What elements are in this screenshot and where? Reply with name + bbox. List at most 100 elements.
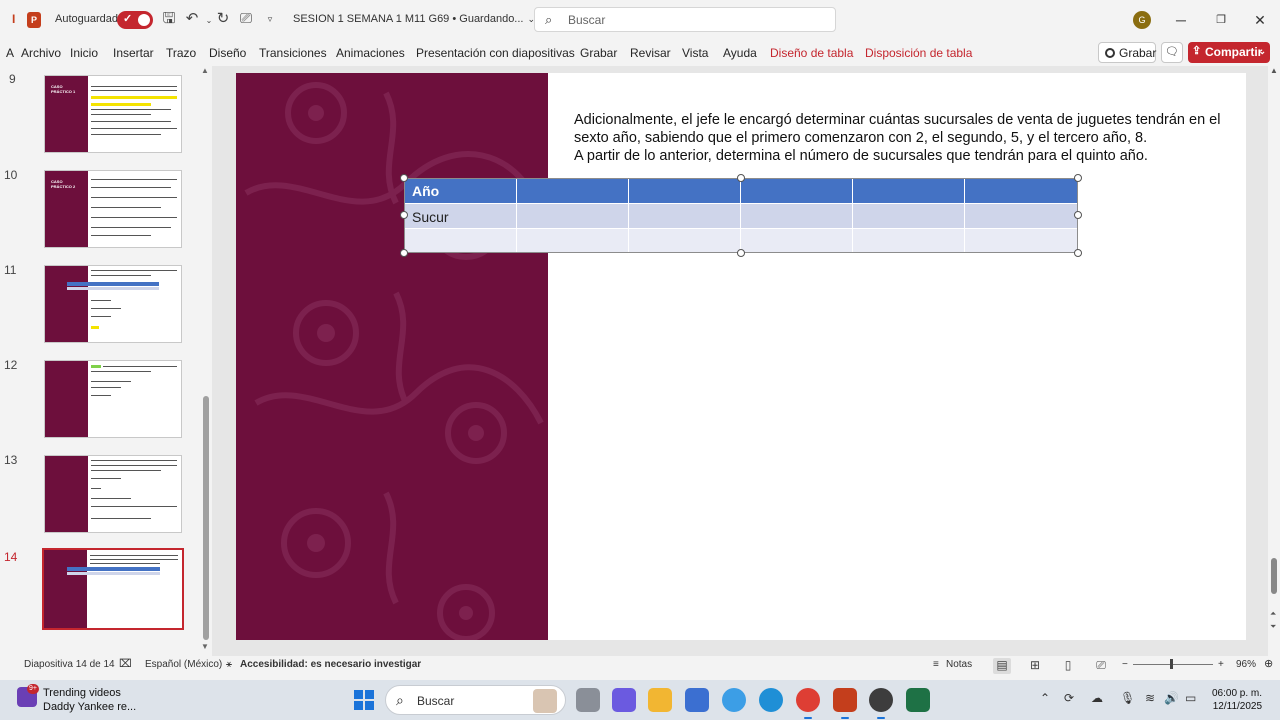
- next-slide-icon[interactable]: ⏷: [1270, 622, 1276, 632]
- comment-icon[interactable]: 🗨: [1161, 42, 1183, 63]
- undo-icon[interactable]: ↶: [183, 10, 201, 28]
- share-button[interactable]: ⇪ Compartir ⌄: [1188, 42, 1270, 63]
- redo-icon[interactable]: ↻: [214, 10, 232, 28]
- editor-scrollbar[interactable]: ▲ ⏶ ⏷: [1268, 66, 1280, 656]
- fit-to-window-icon[interactable]: ⊕: [1264, 657, 1273, 670]
- tab-animaciones[interactable]: Animaciones: [336, 46, 405, 60]
- file-explorer-icon[interactable]: [648, 688, 672, 712]
- zoom-level[interactable]: 96%: [1236, 659, 1256, 670]
- scroll-thumb[interactable]: [203, 396, 209, 640]
- normal-view-icon[interactable]: ▤: [993, 658, 1011, 674]
- slideshow-icon[interactable]: ⎚: [1092, 658, 1110, 674]
- start-tile: [365, 701, 374, 710]
- edge-icon[interactable]: [759, 688, 783, 712]
- zoom-out-icon[interactable]: −: [1122, 659, 1128, 670]
- zoom-slider-knob[interactable]: [1170, 659, 1173, 669]
- weather-icon[interactable]: [722, 688, 746, 712]
- search-box[interactable]: ⌕ Buscar: [534, 7, 836, 32]
- news-widget[interactable]: Trending videos Daddy Yankee re...: [43, 686, 136, 714]
- language-indicator[interactable]: Español (México): [145, 659, 222, 670]
- tab-vista[interactable]: Vista: [682, 46, 708, 60]
- zoom-slider[interactable]: [1133, 664, 1213, 665]
- accessibility-status[interactable]: Accesibilidad: es necesario investigar: [240, 659, 421, 670]
- tab-diseno-de-tabla[interactable]: Diseño de tabla: [770, 46, 853, 60]
- chrome-icon[interactable]: [796, 688, 820, 719]
- slide-body-text[interactable]: Adicionalmente, el jefe le encargó deter…: [574, 111, 1224, 165]
- spellcheck-icon[interactable]: ⌧: [119, 657, 132, 670]
- scroll-up-icon[interactable]: ▲: [1270, 66, 1278, 75]
- tab-inicio[interactable]: Inicio: [70, 46, 98, 60]
- thumb-line: [91, 114, 151, 115]
- resize-handle[interactable]: [737, 174, 745, 182]
- windows-start-icon[interactable]: [354, 690, 374, 710]
- slide-thumbnail-13[interactable]: [44, 455, 182, 533]
- slide-sorter-icon[interactable]: ⊞: [1026, 658, 1044, 674]
- present-icon[interactable]: ⎚: [237, 10, 255, 28]
- obs-icon[interactable]: [869, 688, 893, 719]
- document-title[interactable]: SESION 1 SEMANA 1 M11 G69 • Guardando...…: [293, 13, 535, 25]
- minimize-icon[interactable]: ─: [1171, 10, 1191, 30]
- powerpoint-taskbar-icon[interactable]: [833, 688, 857, 719]
- tab-archivo[interactable]: Archivo: [21, 46, 61, 60]
- store-icon[interactable]: [685, 688, 709, 712]
- slide-thumbnail-9[interactable]: CASO PRÁCTICO 1: [44, 75, 182, 153]
- sync-icon[interactable]: ⟳: [1064, 691, 1074, 705]
- save-icon[interactable]: 🖫: [160, 10, 178, 28]
- accessibility-icon: ⚹: [226, 659, 232, 670]
- resize-handle[interactable]: [400, 249, 408, 257]
- resize-handle[interactable]: [400, 211, 408, 219]
- tab-disposicion-de-tabla[interactable]: Disposición de tabla: [865, 46, 972, 60]
- avatar[interactable]: G: [1133, 11, 1151, 29]
- tab-presentacion[interactable]: Presentación con diapositivas: [416, 46, 575, 60]
- copilot-icon[interactable]: [612, 688, 636, 712]
- record-button[interactable]: Grabar: [1098, 42, 1156, 63]
- resize-handle[interactable]: [1074, 249, 1082, 257]
- tab-grabar[interactable]: Grabar: [580, 46, 617, 60]
- thumb-line: [91, 506, 177, 507]
- task-view-icon[interactable]: [576, 688, 600, 712]
- excel-icon[interactable]: [906, 688, 930, 712]
- maximize-icon[interactable]: ❐: [1211, 10, 1231, 30]
- scroll-thumb[interactable]: [1271, 558, 1277, 594]
- resize-handle[interactable]: [1074, 174, 1082, 182]
- zoom-in-icon[interactable]: +: [1218, 659, 1224, 670]
- autosave-toggle[interactable]: ✓: [117, 11, 153, 29]
- tab-trazo[interactable]: Trazo: [166, 46, 196, 60]
- tab-ayuda[interactable]: Ayuda: [723, 46, 757, 60]
- tab-revisar[interactable]: Revisar: [630, 46, 671, 60]
- thumb-number: 13: [4, 453, 18, 467]
- tab-insertar[interactable]: Insertar: [113, 46, 154, 60]
- slide-thumbnail-11[interactable]: [44, 265, 182, 343]
- notes-button[interactable]: Notas: [946, 659, 972, 670]
- slide-thumbnail-12[interactable]: [44, 360, 182, 438]
- clock[interactable]: 06:00 p. m. 12/11/2025: [1212, 687, 1262, 713]
- chevron-up-icon[interactable]: ⌃: [1040, 691, 1050, 705]
- wifi-icon[interactable]: ≋: [1145, 691, 1155, 705]
- resize-handle[interactable]: [1074, 211, 1082, 219]
- autosave-label: Autoguardado: [55, 13, 125, 25]
- current-slide[interactable]: Adicionalmente, el jefe le encargó deter…: [236, 73, 1246, 640]
- share-label: Compartir: [1205, 45, 1263, 59]
- decorative-band: [236, 73, 548, 640]
- reading-view-icon[interactable]: ▯: [1059, 658, 1077, 674]
- customize-toolbar-icon[interactable]: ▿: [261, 10, 279, 28]
- resize-handle[interactable]: [400, 174, 408, 182]
- taskbar-search[interactable]: ⌕ Buscar: [385, 685, 566, 715]
- thumbnail-scrollbar[interactable]: ▲ ▼: [200, 66, 212, 656]
- volume-icon[interactable]: 🔊: [1164, 691, 1179, 705]
- clock-date: 12/11/2025: [1212, 701, 1263, 712]
- tab-transiciones[interactable]: Transiciones: [259, 46, 327, 60]
- slide-thumbnail-10[interactable]: CASO PRÁCTICO 2: [44, 170, 182, 248]
- previous-slide-icon[interactable]: ⏶: [1270, 609, 1276, 619]
- close-icon[interactable]: ✕: [1250, 10, 1270, 30]
- thumb-line: [91, 187, 171, 188]
- resize-handle[interactable]: [737, 249, 745, 257]
- slide-thumbnail-14[interactable]: [42, 548, 184, 630]
- cloud-icon[interactable]: ☁: [1091, 691, 1103, 705]
- thumb-line: [91, 387, 121, 388]
- microphone-icon[interactable]: 🎙: [1120, 691, 1135, 705]
- scroll-down-icon[interactable]: ▼: [201, 642, 209, 651]
- battery-icon[interactable]: ▭: [1185, 691, 1196, 705]
- tab-diseno[interactable]: Diseño: [209, 46, 246, 60]
- scroll-up-icon[interactable]: ▲: [201, 66, 209, 75]
